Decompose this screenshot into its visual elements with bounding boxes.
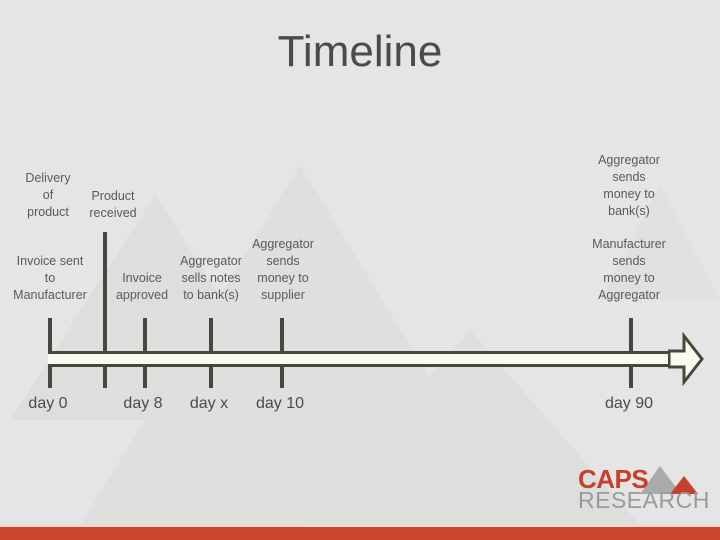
page-title: Timeline	[277, 27, 443, 76]
day-label-day-90: day 90	[604, 395, 654, 412]
caps-research-logo: CAPS RESEARCH	[578, 466, 709, 516]
timeline-axis-bar	[48, 351, 678, 367]
event-label-aggregator-sends-money-to-banks: Aggregator sends money to bank(s)	[598, 153, 660, 218]
event-label-product-received: Product received	[89, 189, 137, 220]
event-label-aggregator-sends-money-to-supplier: Aggregator sends money to supplier	[252, 237, 314, 302]
event-label-manufacturer-sends-money-to-aggregator: Manufacturer sends money to Aggregator	[592, 237, 666, 302]
timeline-arrow-head-icon	[668, 332, 704, 386]
day-label-day-0: day 0	[28, 395, 68, 412]
bottom-accent-band	[0, 527, 720, 540]
event-label-invoice-approved: Invoice approved	[115, 271, 169, 302]
logo-secondary-text: RESEARCH	[578, 487, 710, 513]
slide-canvas: Timeline Delivery of product Product rec…	[0, 0, 720, 540]
event-label-aggregator-sells-notes-to-banks: Aggregator sells notes to bank(s)	[180, 254, 242, 302]
event-label-invoice-sent-to-manufacturer: Invoice sent to Manufacturer	[13, 254, 87, 302]
day-label-day-10: day 10	[255, 395, 305, 412]
